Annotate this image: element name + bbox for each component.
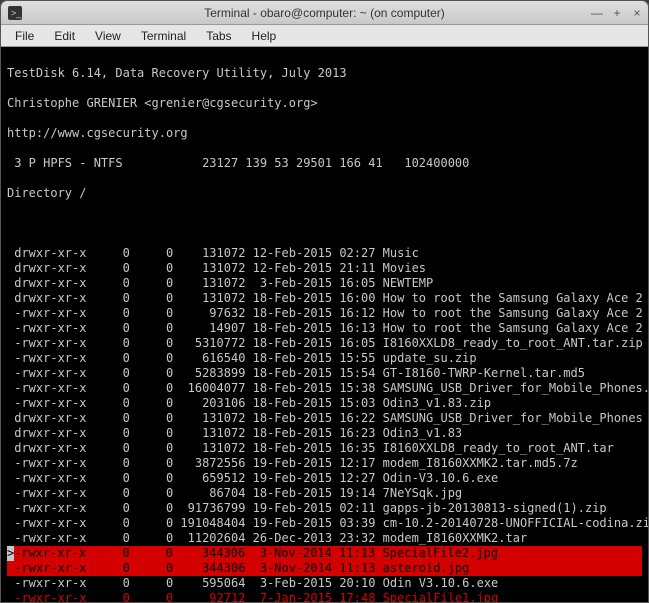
header-partition: 3 P HPFS - NTFS 23127 139 53 29501 166 4… (7, 156, 642, 171)
menu-help[interactable]: Help (244, 27, 285, 45)
header-url: http://www.cgsecurity.org (7, 126, 642, 141)
menu-tabs[interactable]: Tabs (198, 27, 239, 45)
terminal-window: >_ Terminal - obaro@computer: ~ (on comp… (0, 0, 649, 603)
file-row[interactable]: -rwxr-xr-x 0 0 97632 18-Feb-2015 16:12 H… (7, 306, 642, 321)
close-button[interactable]: × (630, 6, 644, 20)
file-row[interactable]: -rwxr-xr-x 0 0 86704 18-Feb-2015 19:14 7… (7, 486, 642, 501)
file-row[interactable]: -rwxr-xr-x 0 0 16004077 18-Feb-2015 15:3… (7, 381, 642, 396)
file-row[interactable]: drwxr-xr-x 0 0 131072 18-Feb-2015 16:00 … (7, 291, 642, 306)
file-row[interactable]: -rwxr-xr-x 0 0 11202604 26-Dec-2013 23:3… (7, 531, 642, 546)
file-row[interactable]: -rwxr-xr-x 0 0 344306 3-Nov-2014 11:13 a… (7, 561, 642, 576)
file-row[interactable]: -rwxr-xr-x 0 0 191048404 19-Feb-2015 03:… (7, 516, 642, 531)
file-row[interactable]: >-rwxr-xr-x 0 0 344306 3-Nov-2014 11:13 … (7, 546, 642, 561)
terminal-icon: >_ (7, 5, 23, 21)
file-row[interactable]: -rwxr-xr-x 0 0 91736799 19-Feb-2015 02:1… (7, 501, 642, 516)
minimize-button[interactable]: — (590, 6, 604, 20)
svg-text:>_: >_ (11, 8, 22, 18)
menubar: File Edit View Terminal Tabs Help (1, 25, 648, 47)
menu-edit[interactable]: Edit (46, 27, 83, 45)
file-row[interactable]: -rwxr-xr-x 0 0 616540 18-Feb-2015 15:55 … (7, 351, 642, 366)
file-row[interactable]: -rwxr-xr-x 0 0 3872556 19-Feb-2015 12:17… (7, 456, 642, 471)
menu-view[interactable]: View (87, 27, 129, 45)
file-row[interactable]: -rwxr-xr-x 0 0 92712 7-Jan-2015 17:48 Sp… (7, 591, 642, 602)
file-row[interactable]: -rwxr-xr-x 0 0 203106 18-Feb-2015 15:03 … (7, 396, 642, 411)
window-buttons: — + × (590, 6, 644, 20)
menu-terminal[interactable]: Terminal (133, 27, 194, 45)
file-row[interactable]: -rwxr-xr-x 0 0 5283899 18-Feb-2015 15:54… (7, 366, 642, 381)
file-row[interactable]: drwxr-xr-x 0 0 131072 3-Feb-2015 16:05 N… (7, 276, 642, 291)
window-title: Terminal - obaro@computer: ~ (on compute… (204, 6, 445, 20)
file-row[interactable]: drwxr-xr-x 0 0 131072 18-Feb-2015 16:22 … (7, 411, 642, 426)
file-list: drwxr-xr-x 0 0 131072 12-Feb-2015 02:27 … (7, 246, 642, 602)
file-row[interactable]: -rwxr-xr-x 0 0 595064 3-Feb-2015 20:10 O… (7, 576, 642, 591)
titlebar: >_ Terminal - obaro@computer: ~ (on comp… (1, 1, 648, 25)
header-dir: Directory / (7, 186, 642, 201)
file-row[interactable]: -rwxr-xr-x 0 0 659512 19-Feb-2015 12:27 … (7, 471, 642, 486)
maximize-button[interactable]: + (610, 6, 624, 20)
file-row[interactable]: drwxr-xr-x 0 0 131072 12-Feb-2015 02:27 … (7, 246, 642, 261)
file-row[interactable]: drwxr-xr-x 0 0 131072 18-Feb-2015 16:35 … (7, 441, 642, 456)
file-row[interactable]: drwxr-xr-x 0 0 131072 18-Feb-2015 16:23 … (7, 426, 642, 441)
file-row[interactable]: -rwxr-xr-x 0 0 14907 18-Feb-2015 16:13 H… (7, 321, 642, 336)
file-row[interactable]: -rwxr-xr-x 0 0 5310772 18-Feb-2015 16:05… (7, 336, 642, 351)
blank (7, 216, 642, 231)
header-app: TestDisk 6.14, Data Recovery Utility, Ju… (7, 66, 642, 81)
menu-file[interactable]: File (7, 27, 42, 45)
file-row[interactable]: drwxr-xr-x 0 0 131072 12-Feb-2015 21:11 … (7, 261, 642, 276)
terminal-body[interactable]: TestDisk 6.14, Data Recovery Utility, Ju… (1, 47, 648, 602)
header-author: Christophe GRENIER <grenier@cgsecurity.o… (7, 96, 642, 111)
